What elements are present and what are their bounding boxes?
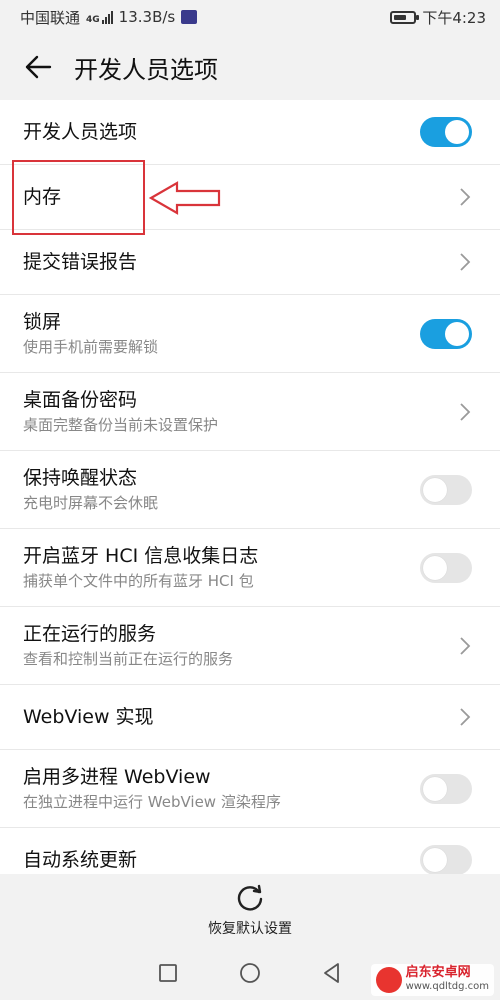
setting-subtitle: 查看和控制当前正在运行的服务 (23, 650, 234, 668)
setting-subtitle: 在独立进程中运行 WebView 渲染程序 (23, 793, 281, 811)
developer-options-toggle[interactable] (420, 117, 472, 147)
setting-title: 正在运行的服务 (23, 623, 157, 645)
clock: 下午4:23 (422, 8, 486, 27)
back-triangle-icon[interactable] (320, 961, 344, 985)
status-bar: 中国联通 4G 13.3B/s 下午4:23 (0, 0, 500, 34)
setting-multiprocess-webview[interactable]: 启用多进程 WebView 在独立进程中运行 WebView 渲染程序 (0, 750, 500, 828)
watermark-logo-icon (375, 967, 402, 993)
carrier-name: 中国联通 (20, 8, 81, 27)
auto-system-update-toggle[interactable] (420, 845, 472, 875)
setting-running-services[interactable]: 正在运行的服务 查看和控制当前正在运行的服务 (0, 607, 500, 685)
setting-stay-awake[interactable]: 保持唤醒状态 充电时屏幕不会休眠 (0, 451, 500, 529)
annotation-arrow-icon (148, 181, 221, 215)
chevron-right-icon (460, 636, 471, 655)
multiprocess-webview-toggle[interactable] (420, 773, 472, 804)
bluetooth-hci-log-toggle[interactable] (420, 552, 472, 583)
setting-title: 启用多进程 WebView (23, 766, 211, 788)
screen-lock-toggle[interactable] (420, 318, 472, 349)
setting-screen-lock[interactable]: 锁屏 使用手机前需要解锁 (0, 295, 500, 373)
top-area: 中国联通 4G 13.3B/s 下午4:23 开发人员选项 (0, 0, 500, 100)
network-type: 4G (86, 15, 100, 25)
setting-title: 保持唤醒状态 (23, 467, 138, 489)
setting-title: 锁屏 (23, 311, 62, 333)
setting-desktop-backup-password[interactable]: 桌面备份密码 桌面完整备份当前未设置保护 (0, 373, 500, 451)
net-speed: 13.3B/s (118, 8, 176, 26)
watermark-name: 启东安卓网 (405, 965, 471, 980)
home-circle-icon[interactable] (238, 961, 262, 985)
annotation-highlight-box (12, 160, 145, 235)
signal-icon: 4G (86, 10, 113, 25)
setting-subtitle: 捕获单个文件中的所有蓝牙 HCI 包 (23, 572, 254, 590)
setting-webview-implementation[interactable]: WebView 实现 (0, 685, 500, 750)
chevron-right-icon (460, 708, 471, 726)
setting-bug-report[interactable]: 提交错误报告 (0, 230, 500, 295)
chevron-right-icon (460, 253, 471, 271)
app-bar: 开发人员选项 (0, 34, 500, 100)
chevron-right-icon (460, 188, 471, 206)
setting-subtitle: 使用手机前需要解锁 (23, 338, 159, 356)
battery-icon (390, 10, 420, 24)
back-arrow-icon[interactable] (20, 49, 56, 85)
setting-bluetooth-hci-log[interactable]: 开启蓝牙 HCI 信息收集日志 捕获单个文件中的所有蓝牙 HCI 包 (0, 529, 500, 607)
status-bar-right: 下午4:23 (390, 7, 486, 28)
page-title: 开发人员选项 (74, 55, 218, 84)
bottom-action-bar: 恢复默认设置 (0, 874, 500, 946)
setting-title: 开发人员选项 (23, 121, 138, 143)
stay-awake-toggle[interactable] (420, 474, 472, 505)
setting-title: 桌面备份密码 (23, 389, 138, 411)
refresh-icon (237, 884, 263, 911)
watermark-url: www.qdltdg.com (405, 981, 489, 992)
setting-title: 自动系统更新 (23, 849, 138, 871)
status-bar-left: 中国联通 4G 13.3B/s (20, 7, 198, 28)
setting-developer-options[interactable]: 开发人员选项 (0, 100, 500, 165)
setting-subtitle: 桌面完整备份当前未设置保护 (23, 416, 219, 434)
app-notification-icon (181, 10, 198, 24)
recents-square-icon[interactable] (156, 961, 180, 985)
setting-title: 开启蓝牙 HCI 信息收集日志 (23, 545, 259, 567)
setting-subtitle: 充电时屏幕不会休眠 (23, 494, 159, 512)
chevron-right-icon (460, 402, 471, 421)
setting-title: 提交错误报告 (23, 251, 138, 273)
restore-defaults-label: 恢复默认设置 (208, 921, 292, 937)
setting-title: WebView 实现 (23, 706, 154, 728)
site-watermark: 启东安卓网 www.qdltdg.com (370, 964, 494, 996)
restore-defaults-button[interactable]: 恢复默认设置 (208, 883, 292, 938)
